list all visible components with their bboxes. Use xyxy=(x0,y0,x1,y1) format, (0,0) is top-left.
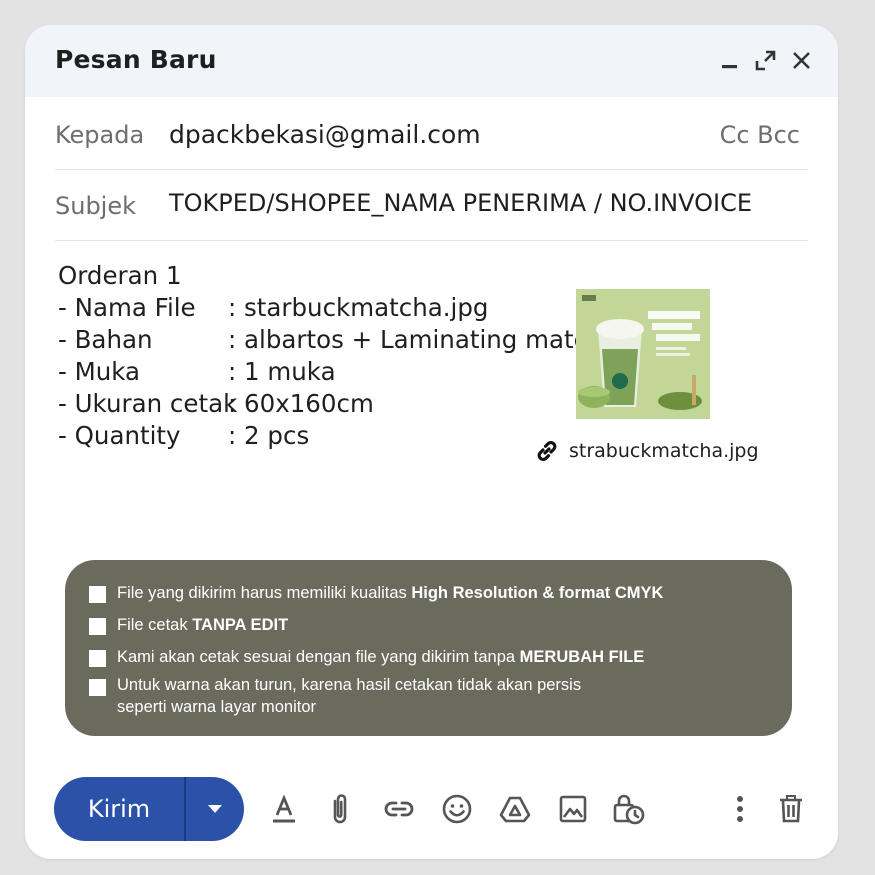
note-item: File cetak TANPA EDIT xyxy=(89,616,288,635)
lock-clock-icon[interactable] xyxy=(610,791,646,827)
notes-panel: File yang dikirim harus memiliki kualita… xyxy=(65,560,792,736)
paperclip-icon[interactable] xyxy=(322,791,358,827)
note-item: Kami akan cetak sesuai dengan file yang … xyxy=(89,648,644,667)
note-checkbox[interactable] xyxy=(89,679,106,696)
note-checkbox[interactable] xyxy=(89,586,106,603)
emoji-icon[interactable] xyxy=(439,791,475,827)
subject-field[interactable]: Subjek TOKPED/SHOPEE_NAMA PENERIMA / NO.… xyxy=(55,170,808,241)
expand-icon[interactable] xyxy=(752,47,780,75)
subject-label: Subjek xyxy=(55,192,137,220)
compose-titlebar: Pesan Baru xyxy=(25,25,838,97)
subject-input[interactable]: TOKPED/SHOPEE_NAMA PENERIMA / NO.INVOICE xyxy=(169,189,752,217)
note-checkbox[interactable] xyxy=(89,650,106,667)
note-item: File yang dikirim harus memiliki kualita… xyxy=(89,584,663,603)
send-group: Kirim xyxy=(54,777,244,841)
close-icon[interactable] xyxy=(788,47,816,75)
insert-link-icon[interactable] xyxy=(381,791,417,827)
attachment-filename: strabuckmatcha.jpg xyxy=(569,440,759,462)
dropdown-arrow-icon xyxy=(208,805,222,813)
attachment-chip[interactable]: strabuckmatcha.jpg xyxy=(533,436,759,466)
cc-bcc-link[interactable]: Cc Bcc xyxy=(720,121,800,149)
to-field[interactable]: Kepada dpackbekasi@gmail.com Cc Bcc xyxy=(55,99,808,170)
link-icon xyxy=(537,441,557,461)
more-vertical-icon[interactable] xyxy=(722,791,758,827)
minimize-icon[interactable] xyxy=(717,47,745,75)
trash-icon[interactable] xyxy=(773,791,809,827)
note-item: Untuk warna akan turun, karena hasil cet… xyxy=(89,676,581,718)
photo-icon[interactable] xyxy=(555,791,591,827)
compose-window: Pesan Baru Kepada dpackbekasi@gmail.com … xyxy=(25,25,838,859)
drive-icon[interactable] xyxy=(497,791,533,827)
to-value[interactable]: dpackbekasi@gmail.com xyxy=(169,120,481,149)
note-checkbox[interactable] xyxy=(89,618,106,635)
to-label: Kepada xyxy=(55,121,145,149)
send-options-button[interactable] xyxy=(186,777,244,841)
attachment-thumbnail[interactable] xyxy=(576,289,710,419)
compose-title: Pesan Baru xyxy=(55,45,217,74)
send-button[interactable]: Kirim xyxy=(54,777,184,841)
text-format-icon[interactable] xyxy=(266,791,302,827)
